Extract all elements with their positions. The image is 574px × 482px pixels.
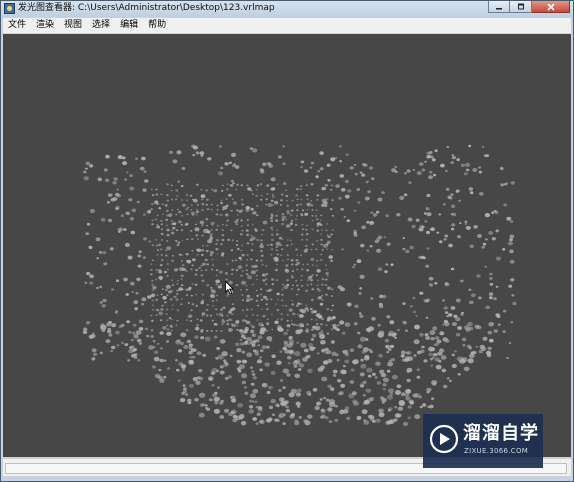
cursor-arrow-icon [225, 281, 235, 295]
watermark-badge: 溜溜自学 ZIXUE.3066.COM [423, 414, 543, 468]
3d-viewport[interactable] [3, 34, 571, 457]
menu-view[interactable]: 视图 [59, 18, 87, 33]
menu-help[interactable]: 帮助 [143, 18, 171, 33]
app-icon [4, 3, 15, 14]
close-button[interactable] [532, 1, 570, 13]
minimize-icon [496, 7, 502, 9]
caption-buttons [488, 1, 570, 14]
irradiance-map-viewer-window: 发光图查看器: C:\Users\Administrator\Desktop\1… [0, 0, 574, 482]
menu-file[interactable]: 文件 [3, 18, 31, 33]
window-title: 发光图查看器: C:\Users\Administrator\Desktop\1… [18, 3, 275, 13]
irradiance-point-cloud [82, 144, 517, 427]
menu-select[interactable]: 选择 [87, 18, 115, 33]
watermark-brand: 溜溜自学 [463, 423, 539, 444]
menu-edit[interactable]: 编辑 [115, 18, 143, 33]
maximize-icon [517, 3, 524, 10]
maximize-button[interactable] [510, 1, 532, 13]
menu-render[interactable]: 渲染 [31, 18, 59, 33]
watermark-url: ZIXUE.3066.COM [464, 447, 529, 455]
close-icon [546, 2, 555, 11]
menu-bar: 文件 渲染 视图 选择 编辑 帮助 [3, 18, 571, 33]
play-logo-icon [429, 424, 459, 454]
minimize-button[interactable] [488, 1, 510, 13]
title-bar[interactable]: 发光图查看器: C:\Users\Administrator\Desktop\1… [1, 1, 573, 17]
